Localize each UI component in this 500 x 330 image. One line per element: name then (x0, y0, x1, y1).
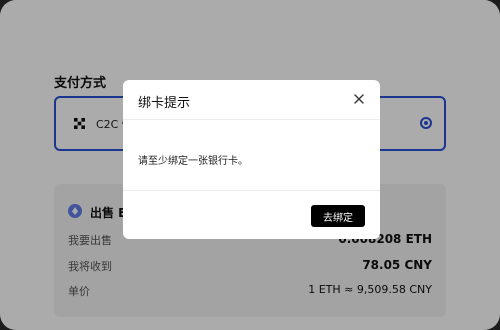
dialog-footer-divider (123, 190, 380, 191)
dialog-header-divider (123, 119, 380, 120)
go-bind-button[interactable]: 去绑定 (311, 205, 365, 227)
app-screen: 支付方式 C2C 快捷 出售 ETH 我要出售 0.008208 ETH 我将收… (0, 0, 500, 330)
dialog-message: 请至少绑定一张银行卡。 (138, 156, 248, 167)
close-icon (354, 94, 364, 104)
dialog-title: 绑卡提示 (138, 96, 191, 111)
bind-card-dialog: 绑卡提示 请至少绑定一张银行卡。 去绑定 (123, 80, 380, 239)
close-button[interactable] (352, 92, 366, 106)
